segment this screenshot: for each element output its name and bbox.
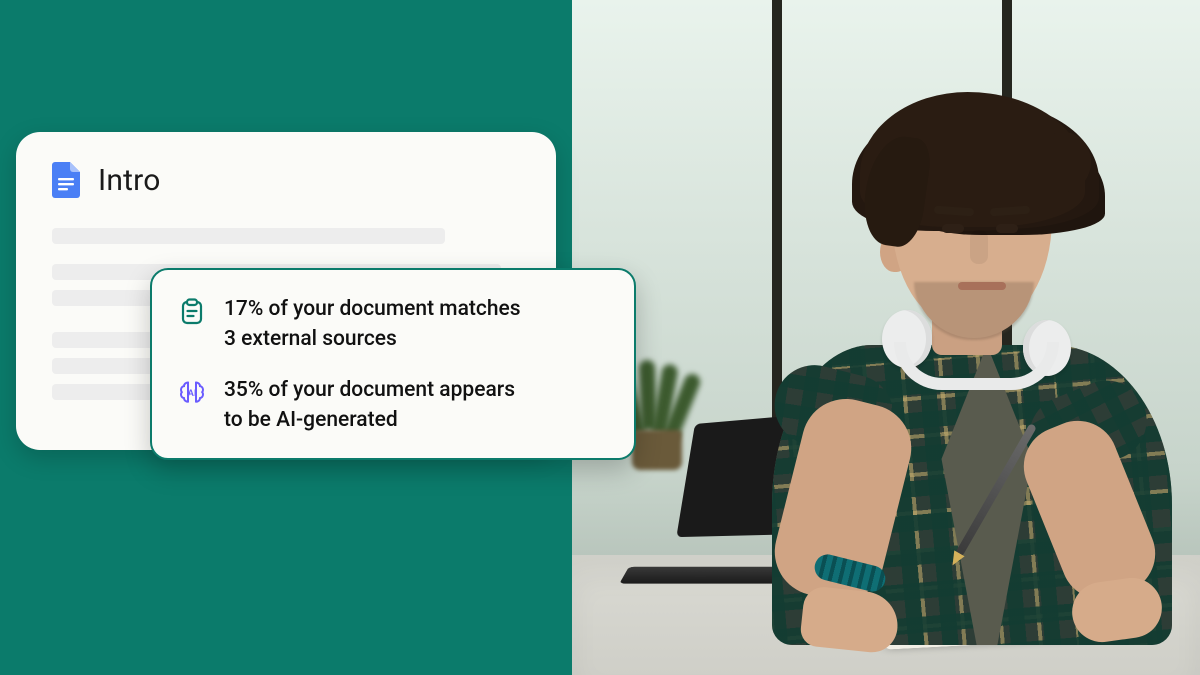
analysis-result-card: 17% of your document matches 3 external … [150, 268, 636, 460]
plagiarism-result-text: 17% of your document matches 3 external … [224, 294, 521, 355]
ai-result-row: AI 35% of your document appears to be AI… [178, 375, 608, 436]
svg-text:AI: AI [188, 388, 197, 398]
clipboard-icon [178, 298, 206, 326]
ai-brain-icon: AI [178, 379, 206, 407]
text-placeholder [52, 290, 164, 306]
promo-stage: Intro 17% of your document matches 3 ext… [0, 0, 1200, 675]
plagiarism-line2: 3 external sources [224, 324, 521, 354]
plagiarism-result-row: 17% of your document matches 3 external … [178, 294, 608, 355]
hero-photo [572, 0, 1200, 675]
ai-result-text: 35% of your document appears to be AI-ge… [224, 375, 515, 436]
document-title: Intro [98, 163, 161, 198]
text-placeholder [52, 228, 445, 244]
document-header: Intro [52, 162, 520, 198]
plagiarism-line1: 17% of your document matches [224, 294, 521, 324]
ai-line2: to be AI-generated [224, 405, 515, 435]
ai-line1: 35% of your document appears [224, 375, 515, 405]
google-doc-icon [52, 162, 80, 198]
